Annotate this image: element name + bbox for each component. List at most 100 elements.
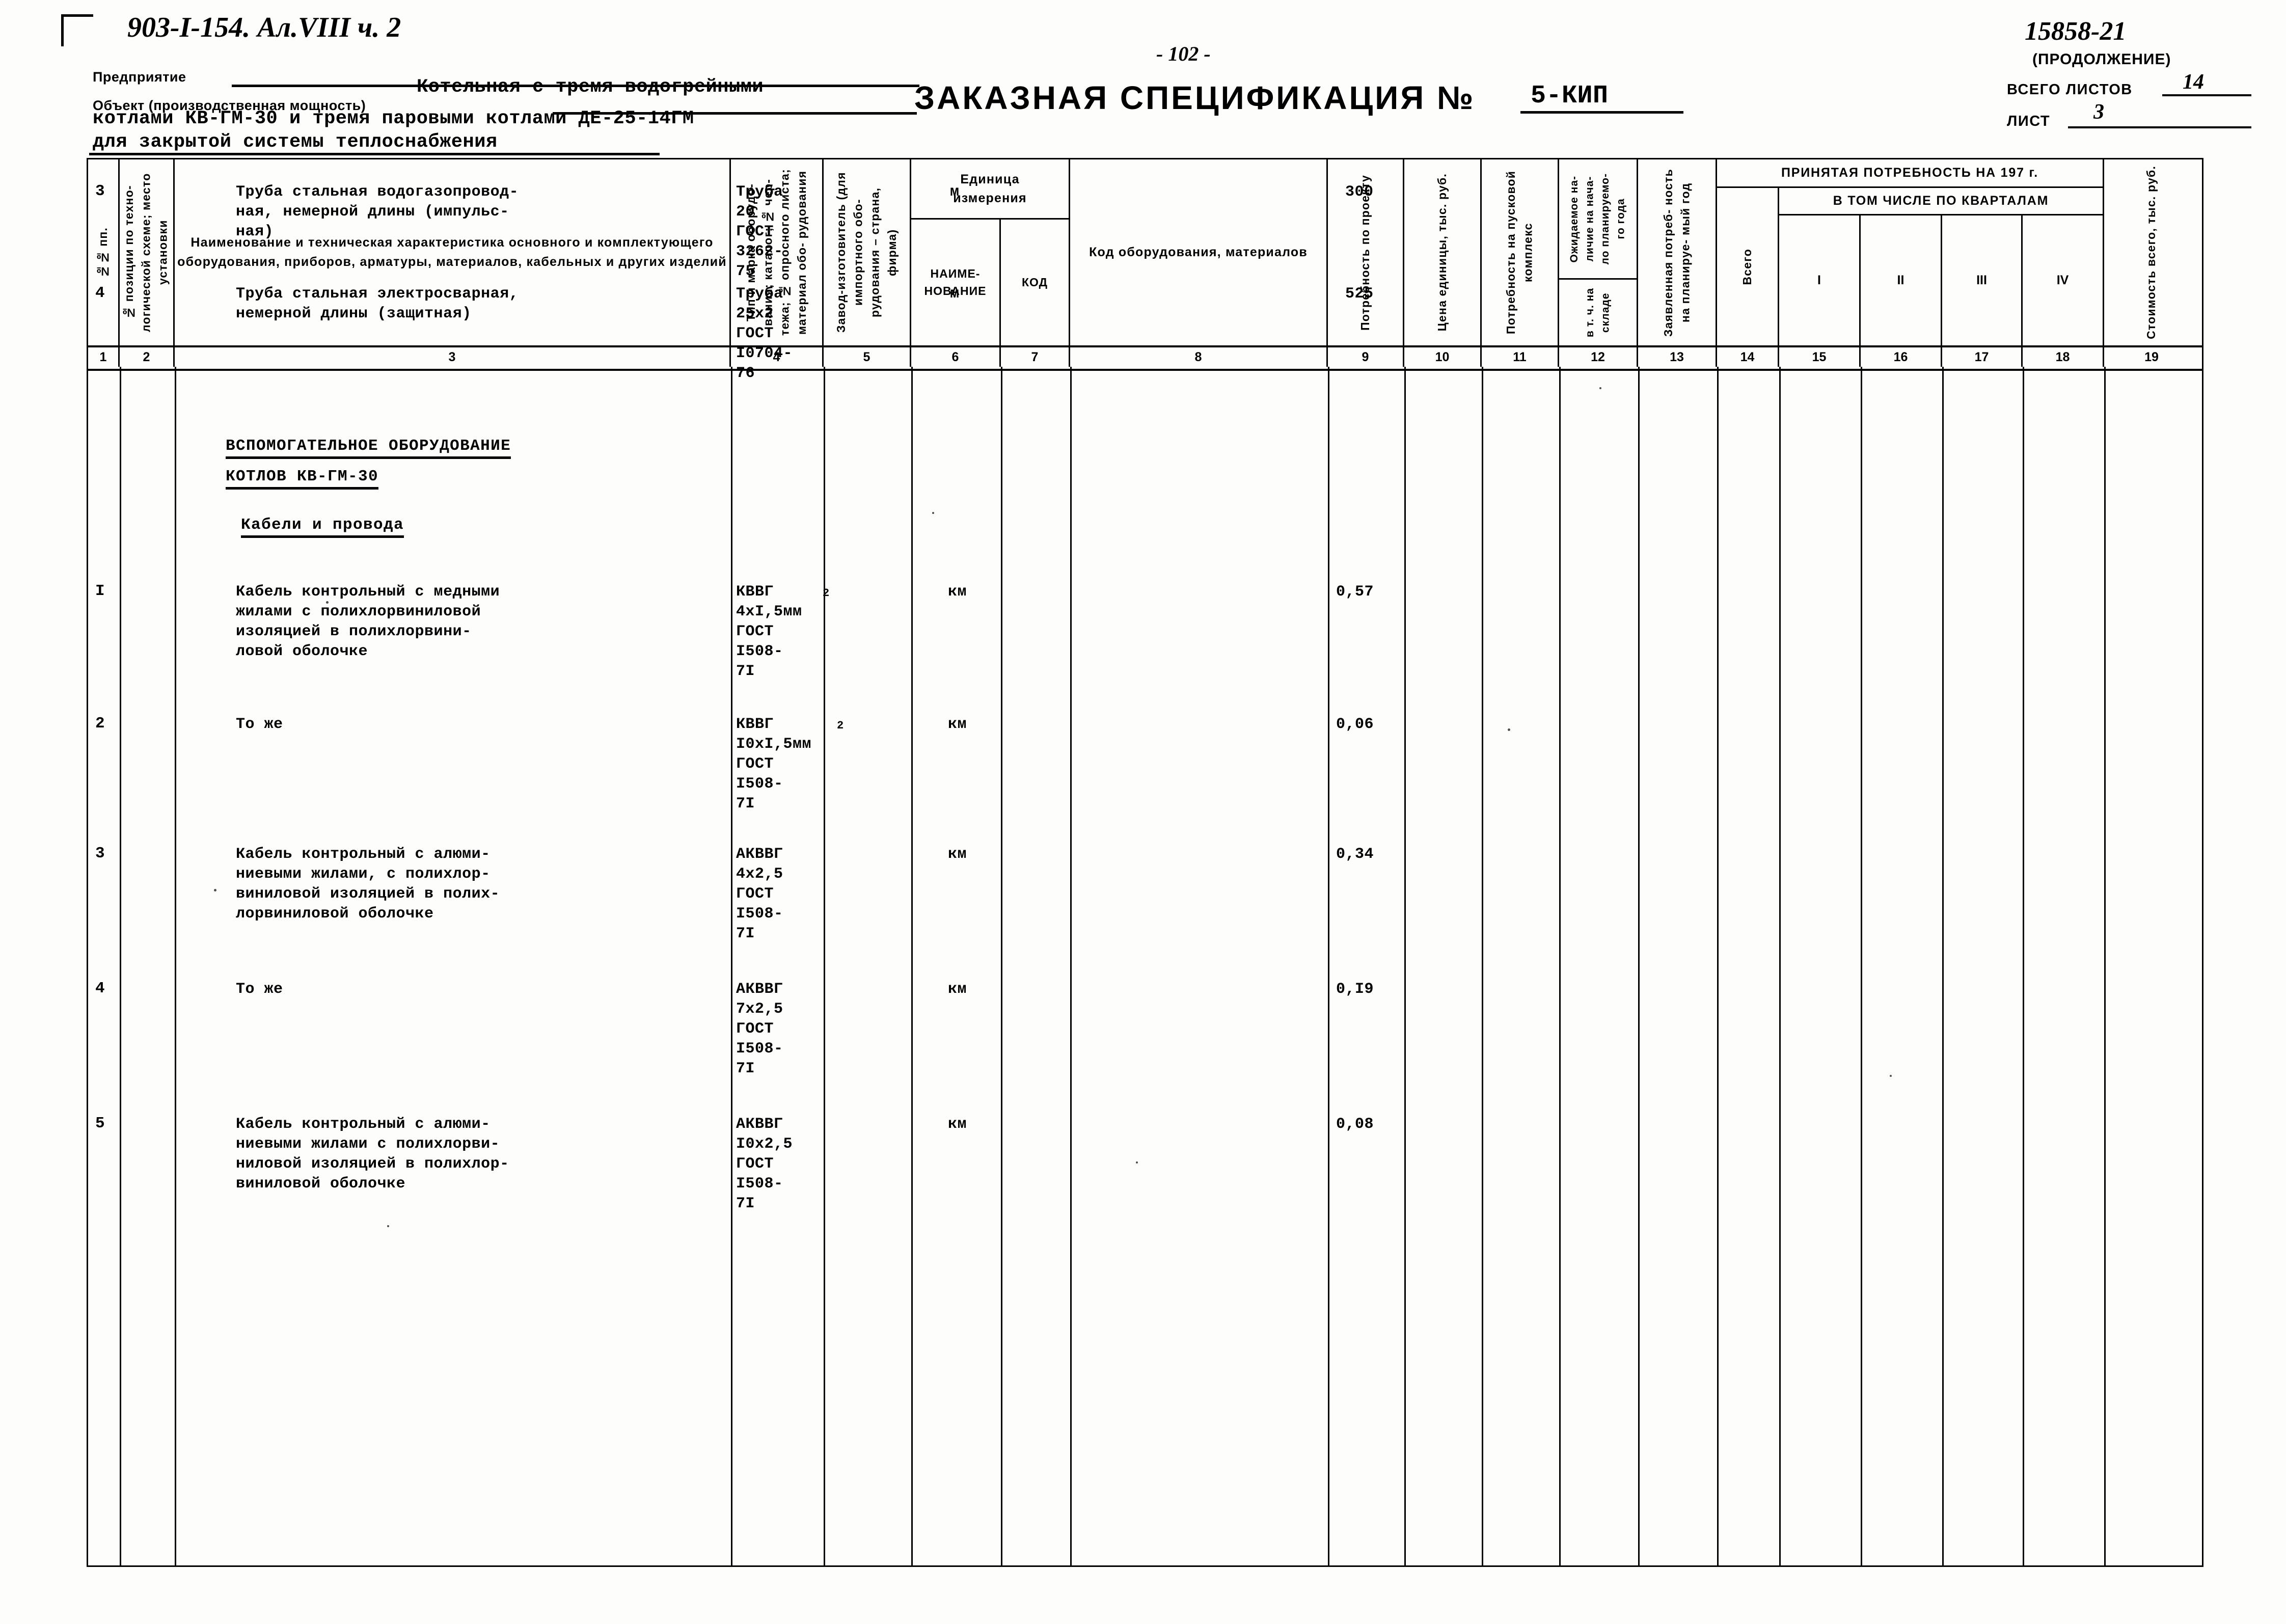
col-header-11: Потребность на пусковой комплекс: [1482, 159, 1559, 345]
page-title-underline: [1520, 111, 1683, 114]
table-row-type: АКВВГ 7х2,5 ГОСТ I508- 7I: [736, 981, 783, 1077]
grid-line-15: [1779, 367, 1862, 1565]
grid-line-1: [88, 367, 121, 1565]
colnum-15: 15: [1779, 347, 1861, 367]
continuation-label: (ПРОДОЛЖЕНИЕ): [2032, 51, 2171, 68]
col-header-15-text: I: [1817, 273, 1821, 287]
table-row-qty: 0,06: [1336, 716, 1374, 733]
grid-line-2: [120, 367, 176, 1565]
table-row-qty: 525: [1345, 285, 1374, 303]
sheet-label: ЛИСТ: [2007, 113, 2051, 129]
col-header-unit-group: Единица измерения НАИМЕ- НОВАНИЕ КОД: [911, 159, 1070, 345]
grid-line-5: [824, 367, 913, 1565]
table-row-name: То же: [236, 981, 283, 998]
total-sheets-label: ВСЕГО ЛИСТОВ: [2007, 82, 2133, 98]
section-heading-line2: КОТЛОВ КВ-ГМ-30: [226, 468, 379, 490]
grid-line-16: [1861, 367, 1944, 1565]
colnum-1: 1: [88, 347, 120, 367]
colnum-16: 16: [1861, 347, 1942, 367]
colnum-17: 17: [1942, 347, 2023, 367]
object-underline-2: [89, 153, 660, 155]
col-header-1-text: №№ пп.: [96, 227, 110, 278]
colnum-19: 19: [2144, 349, 2159, 364]
object-value-line1: Котельная с тремя водогрейными: [417, 76, 764, 98]
grid-line-14: [1717, 367, 1781, 1565]
colnum-3: 3: [175, 347, 731, 367]
section-heading-line1: ВСПОМОГАТЕЛЬНОЕ ОБОРУДОВАНИЕ: [226, 437, 511, 459]
page-number: - 102 -: [1156, 42, 1211, 65]
colnum-5: 5: [824, 347, 911, 367]
col-header-demand-group: ПРИНЯТАЯ ПОТРЕБНОСТЬ НА 197 г. Всего В Т…: [1717, 159, 2104, 345]
table-row-name: Кабель контрольный с медными жилами с по…: [236, 583, 500, 660]
col-header-10-text: Цена единицы, тыс. руб.: [1435, 173, 1449, 332]
table-row-qty: 0,I9: [1336, 981, 1374, 998]
grid-line-6: [911, 367, 1002, 1565]
table-row-unit: км: [948, 846, 967, 863]
enterprise-label: Предприятие: [93, 69, 186, 85]
scan-artifact: [1508, 728, 1510, 731]
total-sheets-value: 14: [2183, 70, 2204, 94]
col-header-19-text: Стоимость всего, тыс. руб.: [2144, 166, 2158, 339]
grid-line-10: [1404, 367, 1483, 1565]
col-header-5-text: Завод-изготовитель (для импортного обо- …: [834, 172, 899, 333]
grid-line-3: [175, 367, 732, 1565]
corner-registration-mark: [61, 14, 93, 46]
table-row-no: 4: [95, 980, 105, 997]
table-row-unit: м: [950, 285, 960, 303]
colnum-8: 8: [1070, 347, 1328, 367]
scan-artifact: [1136, 1161, 1138, 1163]
grid-line-8: [1070, 367, 1329, 1565]
table-row-name: Труба стальная водогазопровод- ная, неме…: [236, 183, 519, 240]
scan-artifact: [1599, 387, 1601, 389]
col-header-2: № позиции по техно- логической схеме; ме…: [120, 159, 175, 345]
table-row-type: КВВГ 4хI,5мм ГОСТ I508- 7I: [736, 583, 802, 680]
document-code: 903-I-154. Ал.VIII ч. 2: [127, 12, 401, 43]
col-header-12-text: Ожидаемое на- личие на нача- ло планируе…: [1568, 173, 1627, 265]
table-row-no: I: [95, 582, 105, 600]
col-header-16-text: II: [1897, 273, 1904, 287]
colnum-6: 6: [911, 347, 1001, 367]
table-row-unit: км: [948, 981, 967, 998]
unit-group-label: Единица измерения: [953, 172, 1027, 205]
table-row-no: 3: [95, 845, 105, 862]
sheet-value: 3: [2093, 100, 2104, 124]
object-value-line2: котлами КВ-ГМ-30 и тремя паровыми котлам…: [93, 108, 694, 129]
col-header-5: Завод-изготовитель (для импортного обо- …: [824, 159, 911, 345]
col-header-10: Цена единицы, тыс. руб.: [1404, 159, 1482, 345]
section-subheading: Кабели и провода: [241, 516, 404, 538]
col-header-8: Код оборудования, материалов: [1070, 159, 1328, 345]
colnum-12: 12: [1559, 347, 1638, 367]
col-header-7-text: КОД: [1021, 276, 1048, 289]
colnum-11: 11: [1482, 347, 1559, 367]
col-header-13-text: Заявленная потреб- ность на планируе- мы…: [1661, 168, 1692, 337]
table-row-type: Труба 25х2 ГОСТ I0704- 76: [736, 285, 793, 382]
table-row-qty: 0,34: [1336, 846, 1374, 863]
scan-artifact: [387, 1225, 389, 1227]
specification-table: №№ пп. № позиции по техно- логической сх…: [87, 158, 2203, 1567]
grid-line-7: [1001, 367, 1072, 1565]
sheet-code: 15858-21: [2025, 17, 2127, 46]
scan-artifact: [1890, 1075, 1892, 1077]
grid-line-12: [1559, 367, 1640, 1565]
grid-line-9: [1328, 367, 1406, 1565]
table-row-type: АКВВГ 4х2,5 ГОСТ I508- 7I: [736, 846, 783, 942]
table-row-no: 4: [95, 284, 105, 302]
table-row-no: 3: [95, 182, 105, 200]
object-value-line3: для закрытой системы теплоснабжения: [93, 131, 498, 153]
grid-line-11: [1482, 367, 1561, 1565]
table-row-type: АКВВГ I0х2,5 ГОСТ I508- 7I: [736, 1116, 793, 1212]
table-row-name: Кабель контрольный с алюми- ниевыми жила…: [236, 1116, 509, 1193]
colnum-7: 7: [1001, 347, 1070, 367]
col-header-12: Ожидаемое на- личие на нача- ло планируе…: [1559, 159, 1638, 345]
colnum-9: 9: [1328, 347, 1404, 367]
col-header-18-text: IV: [2056, 273, 2069, 287]
col-header-8-text: Код оборудования, материалов: [1089, 245, 1308, 259]
colnum-2: 2: [120, 347, 175, 367]
scan-artifact: [214, 889, 216, 891]
col-header-13: Заявленная потреб- ность на планируе- мы…: [1638, 159, 1717, 345]
page-title-value: 5-КИП: [1531, 82, 1609, 111]
table-row-unit: м: [950, 183, 960, 201]
table-row-type: Труба 20 ГОСТ 3262- 75: [736, 183, 783, 280]
grid-line-17: [1942, 367, 2024, 1565]
table-row-type: КВВГ I0хI,5мм ГОСТ I508- 7I: [736, 716, 812, 813]
